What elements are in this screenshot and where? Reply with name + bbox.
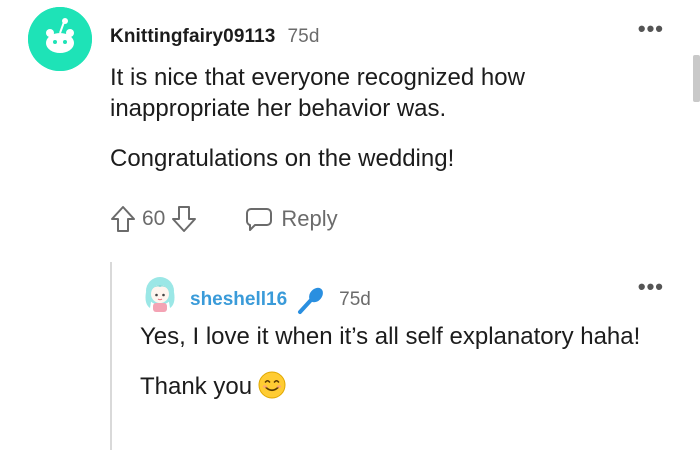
downvote-icon[interactable]: [171, 205, 197, 233]
more-options-icon[interactable]: •••: [638, 18, 664, 40]
smiling-face-emoji-icon: [258, 371, 286, 399]
scrollbar[interactable]: [693, 55, 700, 102]
anime-girl-avatar-icon: [145, 277, 175, 312]
reply-paragraph: Thank you: [140, 373, 253, 400]
comment-header: Knittingfairy09113 75d: [110, 26, 320, 48]
reply-avatar[interactable]: [140, 274, 180, 314]
thread-line[interactable]: [110, 262, 112, 450]
avatar[interactable]: [28, 7, 92, 71]
microphone-icon: [298, 287, 324, 314]
upvote-icon[interactable]: [110, 205, 136, 233]
reply-paragraph-with-emoji: Thank you: [140, 371, 660, 402]
reply-header: sheshell16 75d: [190, 284, 371, 316]
reply-author[interactable]: sheshell16: [190, 289, 287, 311]
reply-label: Reply: [281, 206, 338, 231]
reddit-snoo-avatar-icon: [28, 7, 92, 71]
reply-body: Yes, I love it when it’s all self explan…: [140, 321, 660, 421]
comment-body: It is nice that everyone recognized how …: [110, 62, 630, 193]
comment-age: 75d: [287, 26, 320, 47]
comment-author[interactable]: Knittingfairy09113: [110, 26, 275, 47]
reply-button[interactable]: Reply: [245, 206, 338, 232]
reply-more-options-icon[interactable]: •••: [638, 276, 664, 298]
reply-age: 75d: [339, 289, 371, 310]
comment-paragraph: It is nice that everyone recognized how …: [110, 64, 525, 122]
vote-count: 60: [142, 207, 166, 230]
comment-actions: 60 Reply: [110, 202, 338, 236]
comment-paragraph: Congratulations on the wedding!: [110, 145, 455, 172]
vote-controls: 60: [110, 205, 197, 233]
reply-paragraph: Yes, I love it when it’s all self explan…: [140, 323, 641, 350]
reply-bubble-icon: [246, 208, 273, 231]
